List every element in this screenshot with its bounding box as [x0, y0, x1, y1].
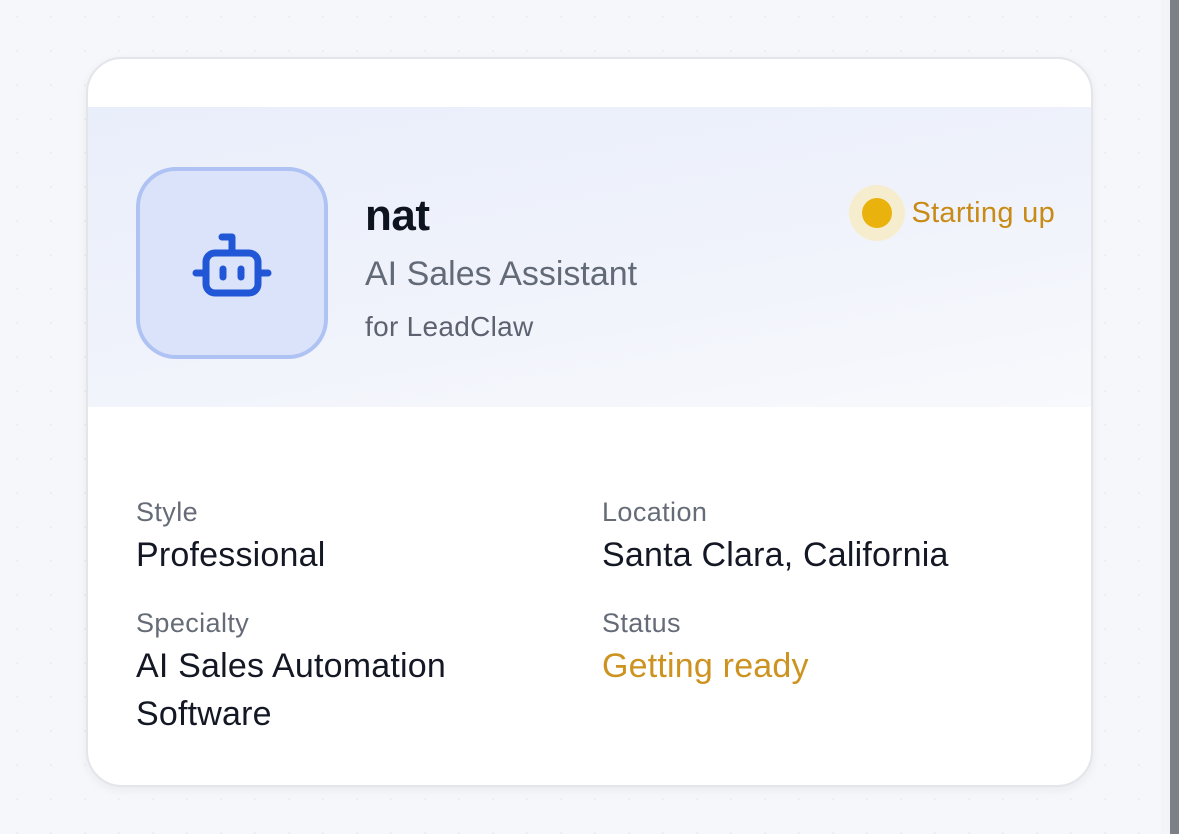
agent-avatar	[136, 167, 328, 359]
status-dot-icon	[862, 198, 893, 228]
card-header: nat AI Sales Assistant for LeadClaw Star…	[88, 107, 1091, 407]
scrollbar-track[interactable]	[1161, 0, 1179, 834]
style-label: Style	[136, 497, 199, 527]
robot-icon	[192, 233, 272, 297]
scrollbar-thumb[interactable]	[1170, 0, 1179, 834]
agent-profile-card: nat AI Sales Assistant for LeadClaw Star…	[86, 57, 1093, 787]
agent-company: for LeadClaw	[365, 311, 534, 342]
location-field: Location Santa Clara, California	[602, 495, 949, 579]
status-badge: Starting up	[849, 185, 1055, 241]
specialty-label: Specialty	[136, 608, 250, 638]
status-badge-label: Starting up	[911, 196, 1055, 229]
location-label: Location	[602, 497, 708, 527]
status-field: Status Getting ready	[602, 606, 809, 690]
status-indicator	[849, 185, 906, 241]
page-background: nat AI Sales Assistant for LeadClaw Star…	[0, 0, 1179, 834]
specialty-field: Specialty AI Sales Automation Software	[136, 606, 536, 738]
agent-role: AI Sales Assistant	[365, 255, 638, 293]
status-label: Status	[602, 608, 681, 638]
agent-name: nat	[365, 191, 430, 240]
style-value: Professional	[136, 536, 326, 574]
location-value: Santa Clara, California	[602, 536, 949, 574]
status-value: Getting ready	[602, 647, 809, 685]
specialty-value: AI Sales Automation Software	[136, 647, 446, 733]
style-field: Style Professional	[136, 495, 326, 579]
